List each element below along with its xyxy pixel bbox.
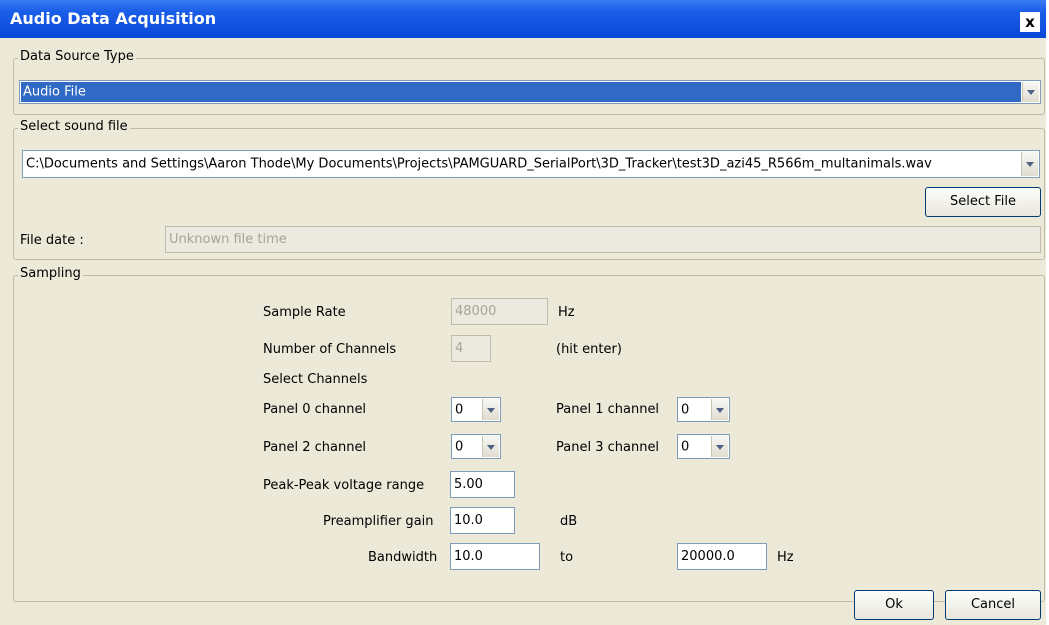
chevron-down-icon[interactable]	[482, 399, 499, 420]
sampling-group-label: Sampling	[18, 266, 83, 281]
bandwidth-high-field[interactable]: 20000.0	[677, 543, 767, 570]
voltage-label: Peak-Peak voltage range	[263, 478, 425, 493]
bandwidth-to-label: to	[560, 550, 574, 565]
data-source-group-label: Data Source Type	[18, 49, 136, 64]
chevron-down-icon[interactable]	[711, 399, 728, 420]
chevron-down-icon[interactable]	[711, 436, 728, 457]
panel3-channel-select[interactable]: 0	[677, 434, 730, 459]
bandwidth-unit: Hz	[777, 550, 794, 565]
panel2-label: Panel 2 channel	[263, 440, 367, 455]
chevron-down-icon[interactable]	[482, 436, 499, 457]
sound-file-select[interactable]: C:\Documents and Settings\Aaron Thode\My…	[22, 150, 1040, 178]
select-channels-label: Select Channels	[263, 372, 368, 387]
channels-field: 4	[451, 335, 491, 362]
panel3-value: 0	[681, 439, 690, 454]
panel1-label: Panel 1 channel	[556, 402, 660, 417]
sample-rate-unit: Hz	[558, 305, 575, 320]
cancel-button[interactable]: Cancel	[945, 590, 1041, 620]
panel1-channel-select[interactable]: 0	[677, 397, 730, 422]
chevron-down-icon[interactable]	[1021, 152, 1038, 176]
panel0-label: Panel 0 channel	[263, 402, 367, 417]
title-bar[interactable]: Audio Data Acquisition x	[0, 0, 1046, 38]
gain-label: Preamplifier gain	[323, 514, 434, 529]
select-file-button[interactable]: Select File	[925, 187, 1041, 217]
data-source-value: Audio File	[23, 84, 86, 100]
panel2-value: 0	[455, 439, 464, 454]
chevron-down-icon[interactable]	[1022, 82, 1039, 102]
panel0-channel-select[interactable]: 0	[451, 397, 501, 422]
close-button[interactable]: x	[1020, 12, 1040, 32]
panel0-value: 0	[455, 402, 464, 417]
panel2-channel-select[interactable]: 0	[451, 434, 501, 459]
dialog-window: Audio Data Acquisition x Data Source Typ…	[0, 0, 1046, 625]
file-date-field: Unknown file time	[165, 226, 1041, 253]
channels-label: Number of Channels	[263, 342, 397, 357]
ok-button[interactable]: Ok	[854, 590, 934, 620]
bandwidth-low-field[interactable]: 10.0	[450, 543, 540, 570]
gain-unit: dB	[560, 514, 578, 529]
file-date-label: File date :	[20, 233, 84, 248]
channels-hint: (hit enter)	[556, 342, 622, 357]
panel3-label: Panel 3 channel	[556, 440, 660, 455]
sound-file-group-label: Select sound file	[18, 119, 130, 134]
selection-highlight	[21, 82, 1021, 102]
sample-rate-field: 48000	[451, 298, 548, 325]
panel1-value: 0	[681, 402, 690, 417]
data-source-select[interactable]: Audio File	[19, 80, 1041, 104]
gain-field[interactable]: 10.0	[450, 507, 515, 534]
bandwidth-label: Bandwidth	[368, 550, 438, 565]
voltage-field[interactable]: 5.00	[450, 471, 515, 498]
sample-rate-label: Sample Rate	[263, 305, 346, 320]
sound-file-path: C:\Documents and Settings\Aaron Thode\My…	[26, 156, 932, 172]
window-title: Audio Data Acquisition	[10, 9, 217, 28]
